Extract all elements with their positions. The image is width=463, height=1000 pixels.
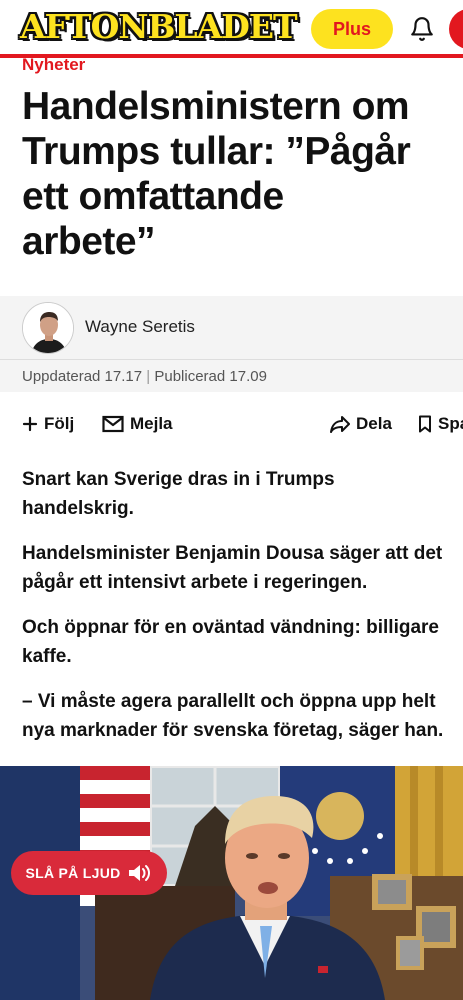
plus-button[interactable]: Plus: [311, 9, 393, 49]
save-label: Spara: [438, 414, 463, 433]
mail-button[interactable]: Mejla: [102, 406, 173, 442]
updated-time: Uppdaterad 17.17: [22, 368, 143, 385]
bell-icon[interactable]: [409, 16, 435, 42]
article-actions: Följ Mejla Dela Spara: [0, 406, 463, 442]
publish-meta: Uppdaterad 17.17 | Publicerad 17.09: [22, 368, 267, 385]
meta-separator: |: [146, 368, 151, 385]
share-label: Dela: [356, 414, 392, 433]
title-line: Trumps tullar: ”Pågår: [22, 130, 411, 173]
follow-label: Följ: [44, 414, 75, 433]
lead-paragraph: Och öppnar för en oväntad vändning: bill…: [22, 613, 463, 671]
article-page: AFTONBLADET Plus Nyheter Handelsminister…: [0, 0, 463, 1000]
paragraph-line: Handelsminister Benjamin Dousa säger att…: [22, 543, 443, 564]
save-button[interactable]: Spara: [418, 406, 463, 442]
lead-paragraph: Snart kan Sverige dras in i Trumps hande…: [22, 465, 463, 523]
paragraph-line: Snart kan Sverige dras in i Trumps: [22, 469, 335, 490]
share-button[interactable]: Dela: [330, 406, 392, 442]
author-name[interactable]: Wayne Seretis: [85, 317, 195, 337]
site-logo[interactable]: AFTONBLADET: [20, 9, 298, 45]
mail-label: Mejla: [130, 414, 173, 433]
title-line: ett omfattande: [22, 175, 284, 218]
article-category[interactable]: Nyheter: [22, 54, 85, 74]
published-time: Publicerad 17.09: [154, 368, 267, 385]
paragraph-line: nya marknader för svenska företag, säger…: [22, 720, 444, 741]
paragraph-line: kaffe.: [22, 646, 72, 667]
author-avatar[interactable]: [22, 302, 74, 354]
menu-button[interactable]: [449, 9, 463, 49]
plus-icon: [22, 416, 38, 432]
unmute-label: SLÅ PÅ LJUD: [25, 865, 121, 881]
bookmark-icon: [419, 415, 431, 433]
share-icon: [330, 416, 350, 433]
title-line: arbete”: [22, 220, 156, 263]
mail-icon: [102, 415, 124, 433]
lead-paragraph: – Vi måste agera parallellt och öppna up…: [22, 687, 463, 745]
paragraph-line: pågår ett intensivt arbete i regeringen.: [22, 572, 368, 593]
lead-paragraph: Handelsminister Benjamin Dousa säger att…: [22, 539, 463, 597]
paragraph-line: handelskrig.: [22, 498, 134, 519]
title-line: Handelsministern om: [22, 85, 410, 128]
article-video[interactable]: SLÅ PÅ LJUD: [0, 766, 463, 1000]
follow-button[interactable]: Följ: [22, 406, 74, 442]
author-byline[interactable]: Wayne Seretis: [0, 296, 463, 360]
article-title: Handelsministern om Trumps tullar: ”Pågå…: [22, 84, 463, 264]
paragraph-line: – Vi måste agera parallellt och öppna up…: [22, 691, 436, 712]
unmute-button[interactable]: SLÅ PÅ LJUD: [11, 851, 167, 895]
paragraph-line: Och öppnar för en oväntad vändning: bill…: [22, 617, 439, 638]
speaker-icon: [128, 865, 150, 881]
top-bar: AFTONBLADET Plus: [0, 0, 463, 58]
